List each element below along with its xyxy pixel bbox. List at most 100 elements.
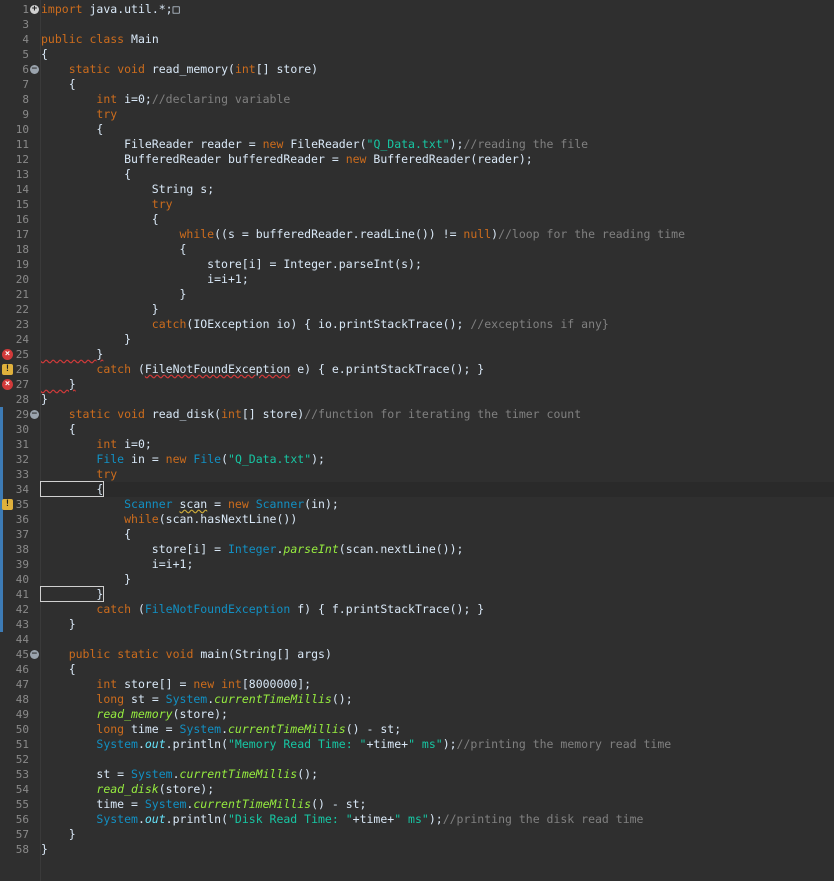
code-line[interactable]: 17 while((s = bufferedReader.readLine())… [16,227,834,242]
code-line[interactable]: 24 } [16,332,834,347]
code-line[interactable]: 32 File in = new File("Q_Data.txt"); [0,452,834,467]
code-line[interactable]: 55 time = System.currentTimeMillis() - s… [16,797,834,812]
code-line[interactable]: 36 while(scan.hasNextLine()) [0,512,834,527]
code-line[interactable]: 11 FileReader reader = new FileReader("Q… [16,137,834,152]
code-line[interactable]: 1 + import java.util.*;□ [22,2,834,17]
code-line[interactable]: 51 System.out.println("Memory Read Time:… [16,737,834,752]
change-indicator [0,527,3,542]
code-line[interactable]: 37 { [0,527,834,542]
collapse-fold-icon[interactable]: − [30,410,39,419]
code-line[interactable]: 16 { [16,212,834,227]
collapse-fold-icon[interactable]: − [30,650,39,659]
code-line[interactable]: 4 public class Main [22,32,834,47]
change-indicator [0,557,3,572]
code-line[interactable]: 18 { [16,242,834,257]
code-line[interactable]: 26! catch (FileNotFoundException e) { e.… [2,362,834,377]
code-text: store[i] = Integer.parseInt(scan.nextLin… [151,542,464,556]
line-number: 36 [15,513,29,526]
code-line[interactable]: 23 catch(IOException io) { io.printStack… [16,317,834,332]
line-number: 33 [15,468,29,481]
change-indicator [0,587,3,602]
line-number: 39 [15,558,29,571]
line-number: 56 [15,813,29,826]
code-line[interactable]: 29− static void read_disk(int[] store)//… [0,407,834,422]
code-text: while(scan.hasNextLine()) [124,512,298,526]
code-line[interactable]: 48 long st = System.currentTimeMillis(); [16,692,834,707]
expand-fold-icon[interactable]: + [30,5,39,14]
line-number: 15 [15,198,29,211]
code-line[interactable]: 50 long time = System.currentTimeMillis(… [16,722,834,737]
line-number: 30 [15,423,29,436]
code-line[interactable]: 49 read_memory(store); [16,707,834,722]
code-line[interactable]: 5{ [22,47,834,62]
code-line[interactable]: 13 { [16,167,834,182]
code-line[interactable]: 38 store[i] = Integer.parseInt(scan.next… [0,542,834,557]
code-line[interactable]: 19 store[i] = Integer.parseInt(s); [16,257,834,272]
code-text: try [96,467,118,481]
code-text: { [41,47,48,61]
code-editor[interactable]: 1 + import java.util.*;□ 3 4 public class Mai… [0,0,834,881]
code-text: read_disk(store); [96,782,215,796]
code-line[interactable]: 44 [16,632,834,647]
code-line[interactable]: 41 } [0,586,834,602]
change-indicator [0,572,3,587]
code-line[interactable]: 58} [16,842,834,857]
code-text: } [41,617,76,631]
line-number: 46 [15,663,29,676]
code-line[interactable]: 8 int i=0;//declaring variable [22,92,834,107]
line-number: 53 [15,768,29,781]
code-text: String s; [151,182,215,196]
code-line[interactable]: 7 { [22,77,834,92]
error-marker-icon[interactable]: × [2,349,13,360]
code-line[interactable]: 10 { [16,122,834,137]
code-line[interactable]: 21 } [16,287,834,302]
code-line[interactable]: 22 } [16,302,834,317]
change-indicator [0,602,3,617]
code-line[interactable]: 27 × } [2,377,834,392]
code-line[interactable]: 47 int store[] = new int[8000000]; [16,677,834,692]
code-line[interactable]: 14 String s; [16,182,834,197]
quick-fix-marker-icon[interactable]: ! [2,364,13,375]
code-text: System.out.println("Disk Read Time: "+ti… [96,812,644,826]
warning-marker-icon[interactable]: ! [2,499,13,510]
line-number: 57 [15,828,29,841]
code-line[interactable]: 20 i=i+1; [16,272,834,287]
code-line[interactable]: 42 catch (FileNotFoundException f) { f.p… [0,602,834,617]
code-line[interactable]: 57 } [16,827,834,842]
code-line[interactable]: 39 i=i+1; [0,557,834,572]
code-line[interactable]: 40 } [0,572,834,587]
code-line[interactable]: 52 [16,752,834,767]
error-marker-icon[interactable]: × [2,379,13,390]
code-line[interactable]: 15 try [16,197,834,212]
code-area[interactable]: 1 + import java.util.*;□ 3 4 public class Mai… [0,2,834,857]
code-text: store[i] = Integer.parseInt(s); [207,257,422,271]
code-line[interactable]: 9 try [22,107,834,122]
line-number: 21 [15,288,29,301]
code-line[interactable]: 12 BufferedReader bufferedReader = new B… [16,152,834,167]
code-line[interactable]: 34 { [0,481,834,497]
code-line[interactable]: 33 try [0,467,834,482]
line-number: 32 [15,453,29,466]
code-line[interactable]: 6− static void read_memory(int[] store) [22,62,834,77]
code-text: } [39,586,105,602]
code-line[interactable]: 28} [16,392,834,407]
code-line[interactable]: 43 } [0,617,834,632]
code-text: { [41,122,104,136]
code-line[interactable]: 30 { [0,422,834,437]
code-line[interactable]: 56 System.out.println("Disk Read Time: "… [16,812,834,827]
line-number: 12 [15,153,29,166]
line-number: 43 [15,618,29,631]
line-number: 1 [22,3,29,16]
code-line[interactable]: 45− public static void main(String[] arg… [16,647,834,662]
line-number: 52 [15,753,29,766]
code-line[interactable]: 35! Scanner scan = new Scanner(in); [0,497,834,512]
code-line[interactable]: 46 { [16,662,834,677]
code-text: { [41,527,132,541]
code-line[interactable]: 31 int i=0; [0,437,834,452]
code-line[interactable]: 54 read_disk(store); [16,782,834,797]
code-line[interactable]: 53 st = System.currentTimeMillis(); [16,767,834,782]
collapse-fold-icon[interactable]: − [30,65,39,74]
code-line[interactable]: 25 × } [2,347,834,362]
code-text: { [41,422,76,436]
code-line[interactable]: 3 [22,17,834,32]
